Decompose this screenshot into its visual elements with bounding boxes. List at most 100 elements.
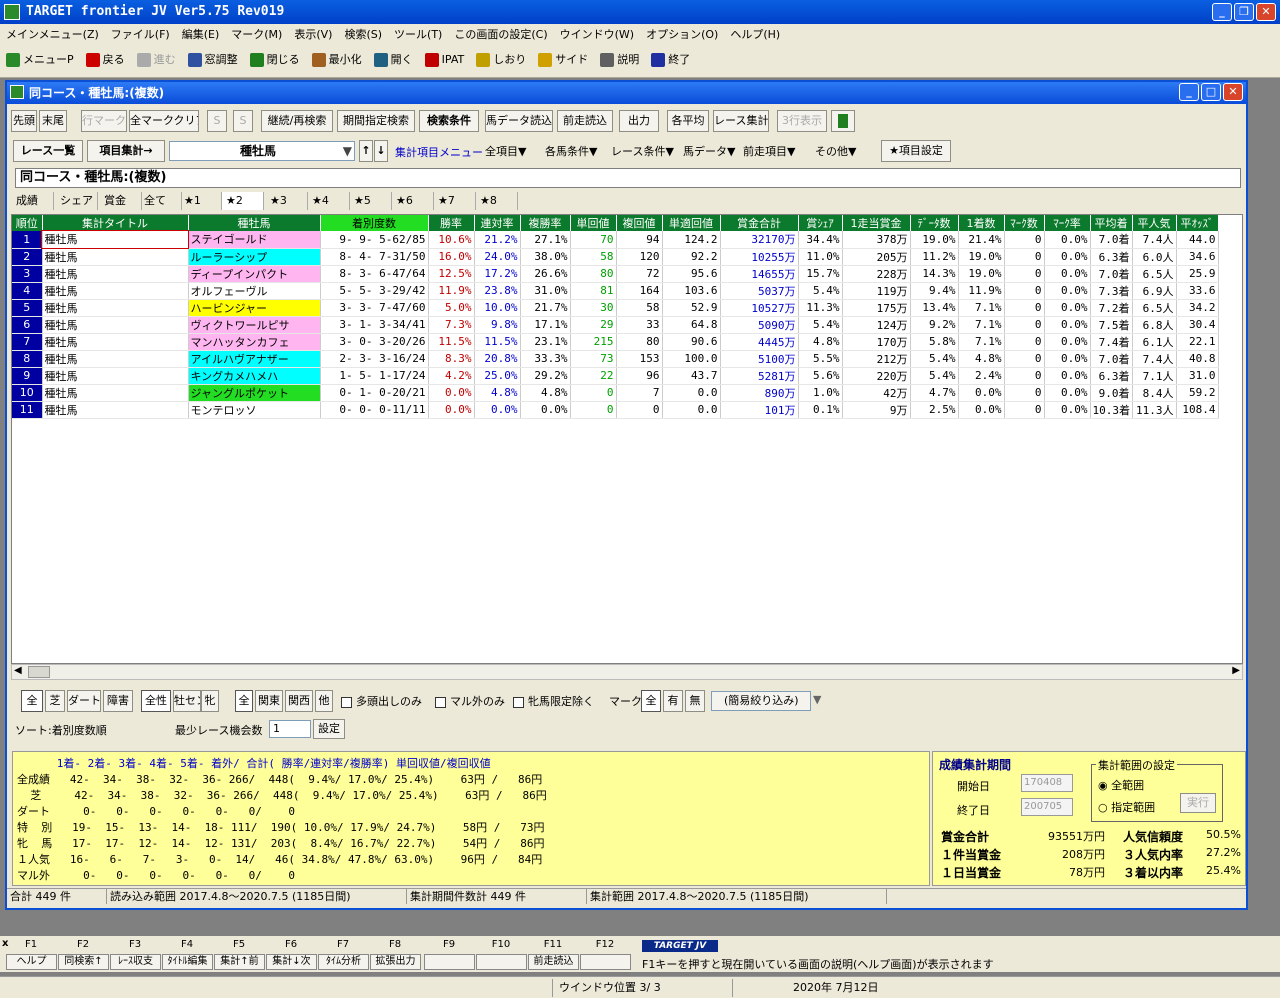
column-header[interactable]: 着別度数: [320, 215, 429, 231]
tab-1[interactable]: シェア: [56, 192, 98, 210]
fkey-button-f1[interactable]: ヘルプ: [6, 954, 57, 970]
table-row[interactable]: 8 種牡馬 アイルハヴアナザー 2- 3- 3-16/24 8.3% 20.8% 33.3%…: [12, 350, 1219, 368]
table-row[interactable]: 3 種牡馬 ディープインパクト 8- 3- 6-47/64 12.5% 17.2% 26.6…: [12, 265, 1219, 283]
sort-down-button[interactable]: ↓: [374, 140, 388, 162]
toolbar2-button-12[interactable]: 各平均: [667, 110, 709, 132]
surface-filter-1[interactable]: 芝: [45, 690, 65, 712]
scroll-thumb[interactable]: [28, 666, 50, 678]
toolbar-window-adjust-button[interactable]: 窓調整: [182, 44, 244, 76]
surface-filter-2[interactable]: ダート: [67, 690, 101, 712]
chevron-down-icon[interactable]: ▼: [813, 693, 821, 706]
tab-9[interactable]: ★6: [392, 192, 434, 210]
surface-filter-0[interactable]: 全: [21, 690, 43, 712]
menu-item-8[interactable]: ウインドウ(W): [554, 25, 640, 45]
column-header[interactable]: 1走当賞金: [842, 215, 911, 231]
fkey-button-f12[interactable]: [580, 954, 631, 970]
surface-filter-3[interactable]: 障害: [103, 690, 133, 712]
close-icon[interactable]: ✕: [1256, 3, 1276, 21]
toolbar2-button-7[interactable]: 期間指定検索: [337, 110, 415, 132]
menu-item-4[interactable]: 表示(V): [288, 25, 338, 45]
table-row[interactable]: 7 種牡馬 マンハッタンカフェ 3- 0- 3-20/26 11.5% 11.5% 23.1…: [12, 333, 1219, 351]
column-header[interactable]: ﾏｰｸ率: [1044, 215, 1091, 231]
column-header[interactable]: 平人気: [1132, 215, 1177, 231]
table-row[interactable]: 6 種牡馬 ヴィクトワールピサ 3- 1- 3-34/41 7.3% 9.8% 17.1% 2…: [12, 316, 1219, 334]
item-total-button[interactable]: 項目集計→: [87, 140, 165, 162]
table-row[interactable]: 9 種牡馬 キングカメハメハ 1- 5- 1-17/24 4.2% 25.0% 29.2% 2…: [12, 367, 1219, 385]
mark-filter-2[interactable]: 無: [685, 690, 705, 712]
item-dropdown[interactable]: 種牡馬 ▼: [169, 141, 355, 161]
region-filter-3[interactable]: 他: [315, 690, 333, 712]
column-header[interactable]: 単適回値: [662, 215, 721, 231]
horizontal-scrollbar[interactable]: ◀ ▶: [11, 664, 1243, 680]
table-row[interactable]: 4 種牡馬 オルフェーヴル 5- 5- 3-29/42 11.9% 23.8% 31.0% 8…: [12, 282, 1219, 300]
menu-item-9[interactable]: オプション(O): [640, 25, 724, 45]
column-header[interactable]: 単回値: [570, 215, 617, 231]
region-filter-2[interactable]: 関西: [285, 690, 313, 712]
toolbar-forward-arrow-button[interactable]: 進む: [131, 44, 182, 76]
menu-item-2[interactable]: 編集(E): [176, 25, 226, 45]
column-header[interactable]: 複回値: [616, 215, 663, 231]
row2-menu-4[interactable]: 前走項目▼: [743, 143, 795, 161]
minimize-icon[interactable]: _: [1212, 3, 1232, 21]
table-row[interactable]: 11 種牡馬 モンテロッソ 0- 0- 0-11/11 0.0% 0.0% 0.0% 0 0 0.…: [12, 401, 1219, 419]
item-menu-link[interactable]: 集計項目メニュー: [395, 144, 483, 160]
toolbar-close-door-button[interactable]: 閉じる: [244, 44, 306, 76]
tab-7[interactable]: ★4: [308, 192, 350, 210]
toolbar2-button-9[interactable]: 馬データ読込: [485, 110, 553, 132]
region-filter-0[interactable]: 全: [235, 690, 253, 712]
tab-10[interactable]: ★7: [434, 192, 476, 210]
toolbar-menu-button[interactable]: メニューP: [0, 44, 80, 76]
item-settings-button[interactable]: ★項目設定: [881, 140, 951, 162]
toolbar2-button-14[interactable]: 3行表示: [777, 110, 827, 132]
table-row[interactable]: 10 種牡馬 ジャングルポケット 0- 1- 0-20/21 0.0% 4.8% 4.8% 0…: [12, 384, 1219, 402]
toolbar-exit-button[interactable]: 終了: [645, 44, 696, 76]
toolbar-back-arrow-button[interactable]: 戻る: [80, 44, 131, 76]
radio-range[interactable]: ○ 指定範囲: [1098, 799, 1155, 815]
column-header[interactable]: 種牡馬: [188, 215, 321, 231]
fkey-button-f10[interactable]: [476, 954, 527, 970]
column-header[interactable]: 勝率: [428, 215, 475, 231]
toolbar2-button-5[interactable]: S: [233, 110, 253, 132]
menu-item-1[interactable]: ファイル(F): [105, 25, 176, 45]
restore-icon[interactable]: ❐: [1234, 3, 1254, 21]
column-header[interactable]: ﾏｰｸ数: [1004, 215, 1045, 231]
menu-item-5[interactable]: 検索(S): [338, 25, 388, 45]
mark-filter-0[interactable]: 全: [641, 690, 661, 712]
toolbar-side-button[interactable]: サイド: [532, 44, 594, 76]
check-filter-2[interactable]: 牝馬限定除く: [513, 693, 594, 709]
toolbar-minimize-button[interactable]: 最小化: [306, 44, 368, 76]
fkey-button-f6[interactable]: 集計↓次: [266, 954, 317, 970]
column-header[interactable]: ﾃﾞｰﾀ数: [910, 215, 959, 231]
race-list-button[interactable]: レース一覧: [13, 140, 83, 162]
child-close-icon[interactable]: ✕: [1223, 83, 1243, 101]
toolbar2-button-3[interactable]: 全マーククリア: [129, 110, 199, 132]
toolbar2-button-2[interactable]: 行マーク: [81, 110, 127, 132]
toolbar-bookmark-button[interactable]: しおり: [470, 44, 532, 76]
menu-item-0[interactable]: メインメニュー(Z): [0, 25, 105, 45]
column-header[interactable]: 平均着: [1090, 215, 1133, 231]
scroll-left-icon[interactable]: ◀: [14, 665, 22, 676]
toolbar-open-button[interactable]: 開く: [368, 44, 419, 76]
table-row[interactable]: 2 種牡馬 ルーラーシップ 8- 4- 7-31/50 16.0% 24.0% 38.0% 5…: [12, 248, 1219, 266]
toolbar2-button-6[interactable]: 継続/再検索: [261, 110, 333, 132]
toolbar2-button-8[interactable]: 検索条件: [419, 110, 479, 132]
min-race-set-button[interactable]: 設定: [313, 719, 345, 739]
end-date-input[interactable]: 200705: [1021, 798, 1073, 816]
fkey-button-f5[interactable]: 集計↑前: [214, 954, 265, 970]
column-header[interactable]: 連対率: [474, 215, 521, 231]
tab-0[interactable]: 成績: [12, 192, 54, 210]
toolbar2-button-4[interactable]: S: [207, 110, 227, 132]
tab-4[interactable]: ★1: [180, 192, 222, 210]
toolbar2-button-13[interactable]: レース集計: [713, 110, 769, 132]
start-date-input[interactable]: 170408: [1021, 774, 1073, 792]
row2-menu-3[interactable]: 馬データ▼: [683, 143, 735, 161]
table-row[interactable]: 5 種牡馬 ハービンジャー 3- 3- 7-47/60 5.0% 10.0% 21.7% 30…: [12, 299, 1219, 317]
column-header[interactable]: 集計タイトル: [42, 215, 189, 231]
menu-item-7[interactable]: この画面の設定(C): [448, 25, 553, 45]
row2-menu-1[interactable]: 各馬条件▼: [545, 143, 597, 161]
row2-menu-0[interactable]: 全項目▼: [485, 143, 526, 161]
exec-button[interactable]: 実行: [1180, 793, 1216, 813]
table-row[interactable]: 1 種牡馬 ステイゴールド 9- 9- 5-62/85 10.6% 21.2% 27.1% 7…: [12, 230, 1219, 249]
column-header[interactable]: 順位: [12, 215, 43, 231]
column-header[interactable]: 賞金合計: [720, 215, 799, 231]
